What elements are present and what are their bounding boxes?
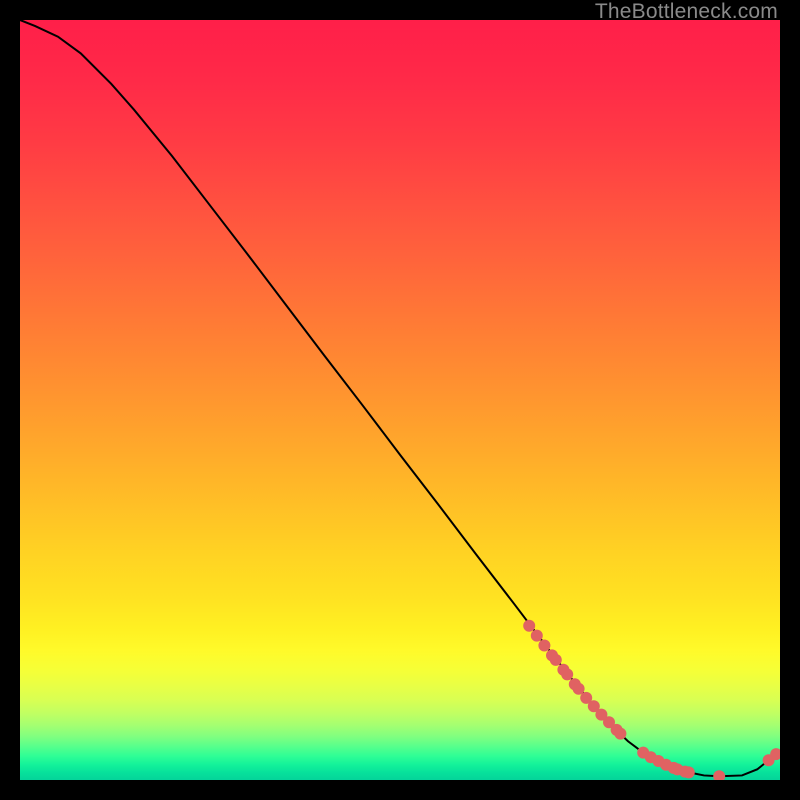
scatter-point	[531, 630, 543, 642]
chart-container: TheBottleneck.com	[0, 0, 800, 800]
gradient-background	[20, 20, 780, 780]
scatter-point	[614, 728, 626, 740]
scatter-point	[538, 639, 550, 651]
scatter-point	[550, 654, 562, 666]
scatter-point	[523, 620, 535, 632]
scatter-point	[683, 766, 695, 778]
scatter-point	[561, 668, 573, 680]
bottleneck-chart	[20, 20, 780, 780]
